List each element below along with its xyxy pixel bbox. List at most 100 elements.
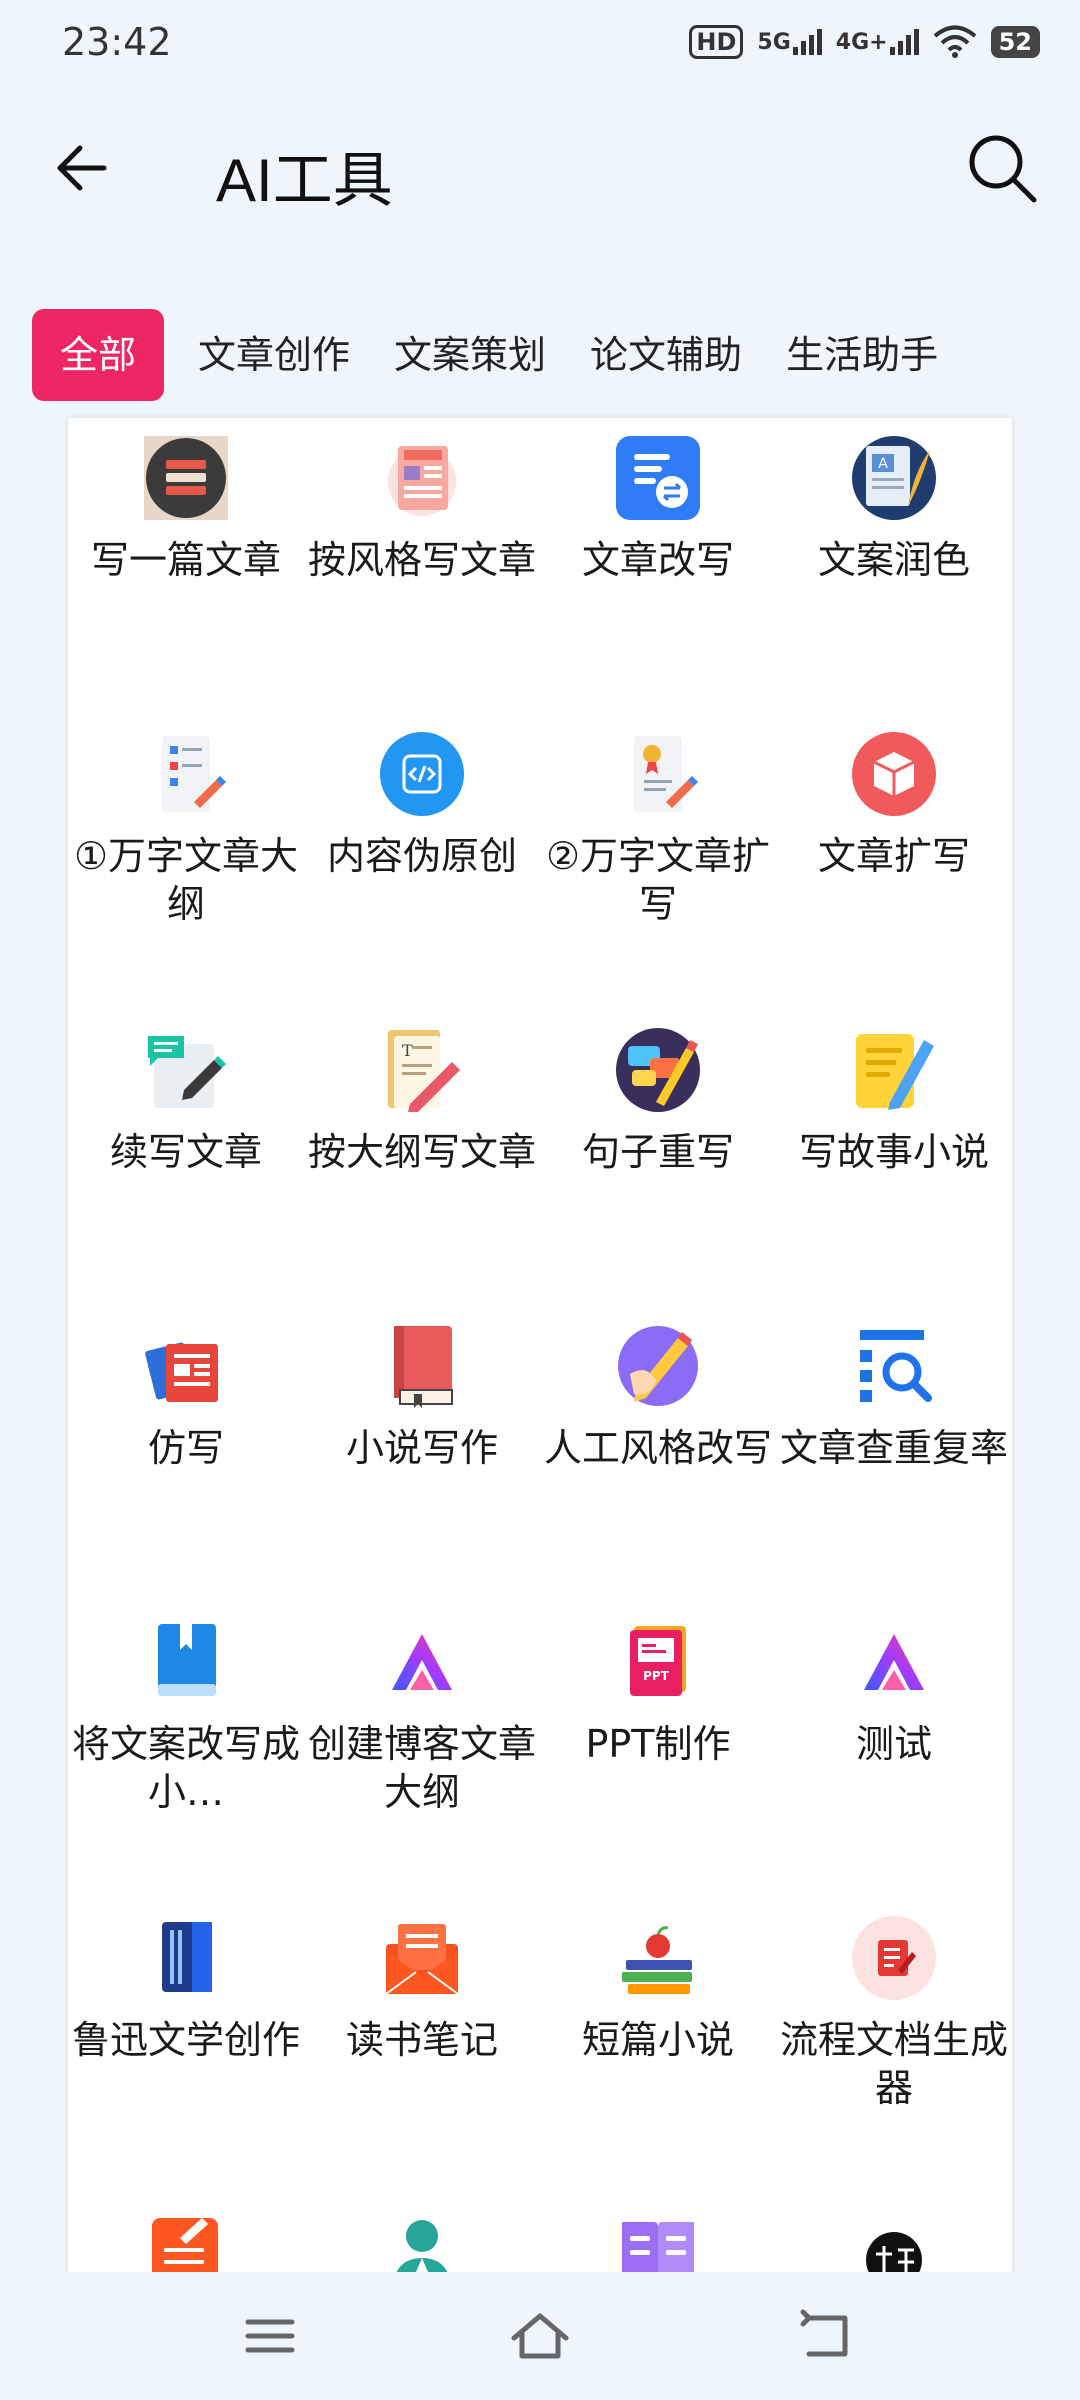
- tool-item[interactable]: A 文案润色: [776, 418, 1012, 714]
- tool-label: 文案润色: [817, 538, 970, 582]
- page-title: AI工具: [216, 147, 393, 214]
- code-icon: [380, 732, 464, 816]
- tool-label: ①万字文章大纲: [73, 834, 299, 926]
- tool-item[interactable]: 写故事小说: [776, 1010, 1012, 1306]
- tool-item[interactable]: 按风格写文章: [304, 418, 540, 714]
- tool-label: 读书笔记: [345, 2018, 498, 2062]
- tool-item[interactable]: 文章改写: [540, 418, 776, 714]
- svg-text:A: A: [878, 456, 888, 472]
- signal-bars-icon: [792, 29, 822, 55]
- tab-article-creation[interactable]: 文章创作: [198, 309, 350, 401]
- tool-item[interactable]: 写一篇文章: [68, 418, 304, 714]
- tool-label: PPT制作: [585, 1722, 731, 1766]
- chat-edit-icon: [148, 1036, 226, 1108]
- tab-paper-assist[interactable]: 论文辅助: [590, 309, 742, 401]
- books-apple-icon: [622, 1926, 692, 1994]
- open-book-icon: [622, 2222, 694, 2273]
- tool-label: 续写文章: [109, 1130, 262, 1174]
- app-header: AI工具: [0, 110, 1080, 230]
- tool-item[interactable]: 句子重写: [540, 1010, 776, 1306]
- tool-item[interactable]: [304, 2194, 540, 2273]
- person-icon: [396, 2220, 448, 2273]
- tools-panel: 写一篇文章 按风格写文章 文章改写 A 文案润色 ①万字文章大纲 内容伪原创 ②…: [68, 418, 1012, 2273]
- tool-item[interactable]: [776, 2194, 1012, 2273]
- document-leaf-icon: A: [852, 436, 936, 520]
- doc-edit-circle-icon: [852, 1916, 936, 2000]
- signal-5g: 5G: [757, 29, 822, 55]
- search-icon[interactable]: [964, 130, 1040, 206]
- tool-item[interactable]: T 按大纲写文章: [304, 1010, 540, 1306]
- status-icons: HD 5G 4G+ 52: [689, 20, 1040, 64]
- signal-4g-label: 4G+: [835, 30, 888, 55]
- tool-item[interactable]: ①万字文章大纲: [68, 714, 304, 1010]
- news-paper-icon: [388, 446, 456, 516]
- tool-label: 写故事小说: [798, 1130, 989, 1174]
- tool-label: 人工风格改写: [544, 1426, 773, 1470]
- tool-item[interactable]: 小说写作: [304, 1306, 540, 1602]
- tool-label: 短篇小说: [581, 2018, 734, 2062]
- tool-label: 鲁迅文学创作: [72, 2018, 301, 2062]
- tool-label: 按大纲写文章: [308, 1130, 537, 1174]
- cube-icon: [852, 732, 936, 816]
- tool-label: 文章扩写: [817, 834, 970, 878]
- tool-item[interactable]: 文章扩写: [776, 714, 1012, 1010]
- battery-indicator: 52: [990, 26, 1040, 58]
- ppt-icon: PPT: [630, 1626, 686, 1696]
- tool-label: 内容伪原创: [326, 834, 517, 878]
- tool-item[interactable]: 流程文档生成器: [776, 1898, 1012, 2194]
- tool-label: 将文案改写成小…: [72, 1722, 301, 1814]
- tool-item[interactable]: 仿写: [68, 1306, 304, 1602]
- tool-label: 流程文档生成器: [780, 2018, 1009, 2110]
- tool-label: 创建博客文章大纲: [308, 1722, 537, 1814]
- tool-label: ②万字文章扩写: [545, 834, 771, 926]
- tool-item[interactable]: 续写文章: [68, 1010, 304, 1306]
- svg-text:T: T: [402, 1041, 413, 1060]
- edit-doc-icon: [152, 2218, 218, 2273]
- tool-item[interactable]: 将文案改写成小…: [68, 1602, 304, 1898]
- back-arrow-icon[interactable]: [52, 136, 116, 200]
- papers-icon: [145, 1342, 218, 1402]
- menu-icon[interactable]: [240, 2308, 300, 2364]
- tool-label: 文章改写: [581, 538, 734, 582]
- tab-life-helper[interactable]: 生活助手: [786, 309, 938, 401]
- tool-item[interactable]: 测试: [776, 1602, 1012, 1898]
- document-swap-icon: [616, 436, 700, 520]
- signal-4g: 4G+: [836, 29, 919, 55]
- hd-indicator: HD: [689, 25, 744, 59]
- tool-label: 按风格写文章: [308, 538, 537, 582]
- tool-item[interactable]: [68, 2194, 304, 2273]
- tool-item[interactable]: 内容伪原创: [304, 714, 540, 1010]
- status-time: 23:42: [62, 20, 172, 64]
- tool-item[interactable]: PPT PPT制作: [540, 1602, 776, 1898]
- triangle-logo-icon: [864, 1634, 924, 1690]
- tool-label: 句子重写: [581, 1130, 734, 1174]
- signal-bars-icon: [889, 29, 919, 55]
- tool-item[interactable]: 人工风格改写: [540, 1306, 776, 1602]
- tool-item[interactable]: 文章查重复率: [776, 1306, 1012, 1602]
- char-badge-icon: [866, 2232, 922, 2273]
- return-icon[interactable]: [795, 2308, 855, 2364]
- tool-item[interactable]: 鲁迅文学创作: [68, 1898, 304, 2194]
- home-icon[interactable]: [510, 2308, 570, 2364]
- wifi-icon: [933, 25, 976, 58]
- notebook-stack-icon: [144, 436, 228, 520]
- system-nav-bar: [0, 2272, 1080, 2400]
- book-icon: [394, 1326, 453, 1408]
- chat-pencil-icon: [616, 1028, 700, 1112]
- hand-pencil-icon: [618, 1326, 698, 1406]
- tool-item[interactable]: ②万字文章扩写: [540, 714, 776, 1010]
- tool-label: 文章查重复率: [780, 1426, 1009, 1470]
- svg-text:PPT: PPT: [643, 1669, 670, 1683]
- text-pencil-icon: T: [388, 1030, 460, 1112]
- tool-item[interactable]: 读书笔记: [304, 1898, 540, 2194]
- tool-item[interactable]: 创建博客文章大纲: [304, 1602, 540, 1898]
- tab-copywriting[interactable]: 文案策划: [394, 309, 546, 401]
- tool-label: 小说写作: [345, 1426, 498, 1470]
- tool-item[interactable]: 短篇小说: [540, 1898, 776, 2194]
- tool-item[interactable]: [540, 2194, 776, 2273]
- tab-all[interactable]: 全部: [32, 309, 165, 401]
- note-pen-icon: [856, 1034, 934, 1110]
- tool-label: 仿写: [147, 1426, 224, 1470]
- notebook-icon: [162, 1922, 212, 1992]
- signal-5g-label: 5G: [757, 30, 791, 55]
